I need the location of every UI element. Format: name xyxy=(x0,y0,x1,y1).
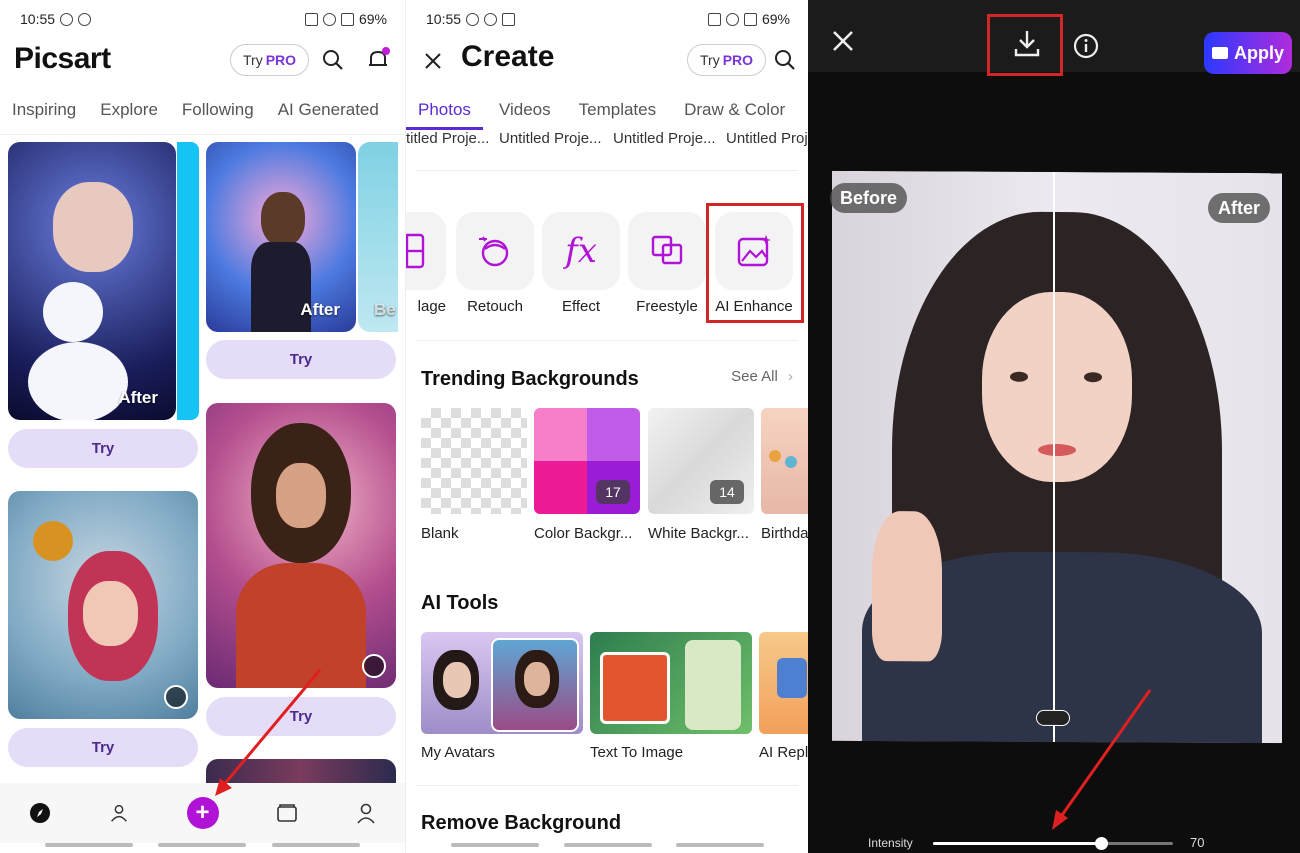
background-color-thumb[interactable]: 17 xyxy=(534,408,640,514)
tab-templates[interactable]: Templates xyxy=(567,98,668,130)
battery-level: 69% xyxy=(761,11,790,27)
ai-tool-text-to-image-thumb[interactable] xyxy=(590,632,752,734)
try-label: Try xyxy=(700,52,720,68)
ai-tool-label: AI Repla xyxy=(759,744,808,761)
tool-label: lage xyxy=(417,298,446,315)
mute-icon xyxy=(707,12,721,26)
retouch-icon xyxy=(479,236,509,267)
background-blank-thumb[interactable] xyxy=(421,408,527,514)
notification-icon xyxy=(484,12,498,26)
project-item[interactable]: Untitled Proje... xyxy=(499,130,602,147)
wifi-icon xyxy=(725,12,739,26)
search-icon[interactable] xyxy=(772,47,798,73)
page-title: Create xyxy=(461,40,555,73)
background-label: Birthda xyxy=(761,525,808,542)
collage-icon xyxy=(406,233,425,269)
ai-enhance-screen: Apply Before After Intensity 70 xyxy=(808,0,1300,853)
tool-retouch[interactable]: Retouch xyxy=(456,212,534,315)
tool-label: Retouch xyxy=(467,298,523,315)
see-all-link[interactable]: See All › xyxy=(731,368,793,385)
signal-icon xyxy=(743,12,757,26)
ai-tool-my-avatars-thumb[interactable] xyxy=(421,632,583,734)
status-bar: 10:55 69% xyxy=(426,10,790,28)
count-badge: 14 xyxy=(710,480,744,504)
whatsapp-icon xyxy=(466,12,480,26)
background-white-thumb[interactable]: 14 xyxy=(648,408,754,514)
background-birthday-thumb[interactable] xyxy=(761,408,808,514)
background-label: White Backgr... xyxy=(648,525,749,542)
chevron-right-icon: › xyxy=(788,368,793,385)
annotation-arrow xyxy=(1052,689,1152,830)
background-label: Color Backgr... xyxy=(534,525,633,542)
ai-tool-label: My Avatars xyxy=(421,744,495,761)
background-label: Blank xyxy=(421,525,459,542)
count-badge: 17 xyxy=(596,480,630,504)
create-tabs: Photos Videos Templates Draw & Color xyxy=(406,98,808,130)
see-all-label: See All xyxy=(731,368,778,385)
annotation-arrow xyxy=(215,669,322,796)
project-item[interactable]: Untitled Proj xyxy=(726,130,808,147)
section-title-ai-tools: AI Tools xyxy=(421,592,499,614)
gallery-icon xyxy=(502,12,516,26)
tool-label: Effect xyxy=(561,298,601,315)
status-time: 10:55 xyxy=(426,11,462,27)
tab-videos[interactable]: Videos xyxy=(487,98,563,130)
create-screen: 10:55 69% Create Try PRO Photos Videos T… xyxy=(405,0,808,853)
tab-draw-color[interactable]: Draw & Color xyxy=(672,98,797,130)
project-item[interactable]: titled Proje... xyxy=(406,130,489,147)
try-pro-button[interactable]: Try PRO xyxy=(687,44,767,76)
project-item[interactable]: Untitled Proje... xyxy=(613,130,716,147)
tool-label: Freestyle xyxy=(636,298,698,315)
pro-label: PRO xyxy=(722,52,754,68)
section-title-remove-background: Remove Background xyxy=(421,812,622,834)
section-title-trending: Trending Backgrounds xyxy=(421,368,639,390)
effect-fx-icon: fx xyxy=(565,231,597,271)
ai-tool-label: Text To Image xyxy=(590,744,684,761)
freestyle-icon xyxy=(651,235,683,265)
tool-collage[interactable]: lage xyxy=(406,212,446,315)
feed-screen: 10:55 69% Picsart Try PRO Inspiring Expl… xyxy=(0,0,405,853)
highlight-box-ai-enhance xyxy=(706,203,804,323)
tab-photos[interactable]: Photos xyxy=(406,98,483,130)
close-icon[interactable] xyxy=(420,48,446,74)
ai-tool-ai-replace-thumb[interactable] xyxy=(759,632,808,734)
tool-freestyle[interactable]: Freestyle xyxy=(628,212,706,315)
tool-effect[interactable]: fx Effect xyxy=(542,212,620,315)
